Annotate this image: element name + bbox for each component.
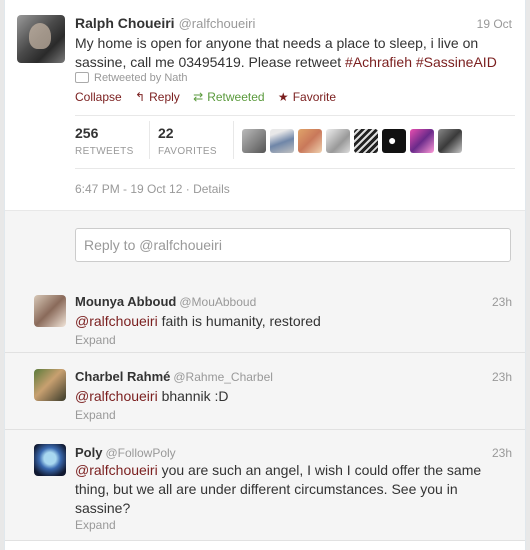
reply-text: @ralfchoueiri you are such an angel, I w…	[75, 461, 505, 518]
retweets-stat[interactable]: 256 RETWEETS	[75, 125, 134, 157]
tweet-text: My home is open for anyone that needs a …	[75, 34, 505, 72]
avatar[interactable]: ●	[382, 129, 406, 153]
reply-time[interactable]: 23h	[492, 295, 512, 309]
reply-button[interactable]: ↰ Reply	[135, 90, 180, 104]
mention-link[interactable]: @ralfchoueiri	[75, 313, 158, 329]
author-handle[interactable]: @ralfchoueiri	[179, 16, 256, 31]
retweeted-label: Retweeted	[207, 90, 265, 104]
star-icon: ★	[277, 90, 289, 104]
reply-label: Reply	[149, 90, 180, 104]
reply-text: @ralfchoueiri bhannik :D	[75, 387, 505, 406]
list-item[interactable]: Mounya Abboud @MouAbboud 23h @ralfchoueir…	[5, 279, 525, 353]
retweets-label: RETWEETS	[75, 146, 134, 157]
details-link[interactable]: Details	[193, 182, 230, 196]
favorites-count: 22	[158, 125, 174, 141]
expand-link[interactable]: Expand	[75, 518, 116, 532]
retweeted-button[interactable]: ⇄ Retweeted	[193, 90, 264, 104]
reply-author: Mounya Abboud @MouAbboud	[75, 294, 256, 309]
retweet-icon: ⇄	[193, 90, 204, 104]
mention-link[interactable]: @ralfchoueiri	[75, 388, 158, 404]
retweeted-by-label[interactable]: Retweeted by Nath	[94, 72, 188, 84]
reply-body: faith is humanity, restored	[157, 313, 321, 329]
expand-link[interactable]: Expand	[75, 408, 116, 422]
retweet-icon	[75, 71, 89, 83]
reply-text: @ralfchoueiri faith is humanity, restore…	[75, 312, 505, 331]
avatar[interactable]	[242, 129, 266, 153]
reply-author: Poly @FollowPoly	[75, 445, 176, 460]
mention-link[interactable]: @ralfchoueiri	[75, 462, 158, 478]
retweets-count: 256	[75, 125, 99, 141]
list-item[interactable]: Charbel Rahmé @Rahme_Charbel 23h @ralfcho…	[5, 353, 525, 430]
retweeted-by: Retweeted by Nath	[75, 71, 188, 84]
tweet-author: Ralph Choueiri @ralfchoueiri	[75, 15, 255, 31]
divider	[149, 121, 150, 159]
retweeter-avatars: ●	[242, 129, 462, 153]
author-name[interactable]: Ralph Choueiri	[75, 15, 175, 31]
reply-author-name[interactable]: Charbel Rahmé	[75, 369, 170, 384]
hashtag-link[interactable]: #Achrafieh	[345, 54, 412, 70]
tweet-timestamp: 6:47 PM - 19 Oct 12 · Details	[75, 182, 230, 196]
hashtag-link[interactable]: #SassineAID	[416, 54, 497, 70]
expand-link[interactable]: Expand	[75, 333, 116, 347]
reply-author-handle[interactable]: @MouAbboud	[179, 295, 256, 309]
tweet-thread-panel: Ralph Choueiri @ralfchoueiri 19 Oct My ho…	[4, 0, 526, 550]
reply-time[interactable]: 23h	[492, 446, 512, 460]
reply-body: bhannik :D	[157, 388, 229, 404]
avatar[interactable]	[270, 129, 294, 153]
favorites-stat[interactable]: 22 FAVORITES	[158, 125, 217, 157]
reply-author-name[interactable]: Poly	[75, 445, 102, 460]
avatar[interactable]	[34, 369, 66, 401]
timestamp-label[interactable]: 6:47 PM - 19 Oct 12	[75, 182, 182, 196]
avatar[interactable]	[354, 129, 378, 153]
reply-composer: Reply to @ralfchoueiri	[5, 210, 525, 280]
avatar[interactable]	[438, 129, 462, 153]
tweet-date[interactable]: 19 Oct	[477, 17, 512, 31]
divider	[75, 168, 515, 169]
collapse-button[interactable]: Collapse	[75, 90, 122, 104]
reply-author-name[interactable]: Mounya Abboud	[75, 294, 176, 309]
apple-icon: ●	[388, 132, 397, 148]
separator-dot: ·	[182, 182, 194, 196]
main-tweet: Ralph Choueiri @ralfchoueiri 19 Oct My ho…	[5, 0, 525, 210]
divider	[75, 115, 515, 116]
favorite-label: Favorite	[292, 90, 337, 104]
avatar[interactable]	[298, 129, 322, 153]
reply-author-handle[interactable]: @FollowPoly	[105, 446, 175, 460]
avatar[interactable]	[17, 15, 65, 63]
avatar[interactable]	[410, 129, 434, 153]
list-item[interactable]: Poly @FollowPoly 23h @ralfchoueiri you ar…	[5, 430, 525, 541]
reply-time[interactable]: 23h	[492, 370, 512, 384]
reply-author-handle[interactable]: @Rahme_Charbel	[173, 370, 273, 384]
reply-arrow-icon: ↰	[135, 90, 146, 104]
tweet-actions: Collapse ↰ Reply ⇄ Retweeted ★ Favorite	[75, 90, 346, 104]
reply-author: Charbel Rahmé @Rahme_Charbel	[75, 369, 273, 384]
favorite-button[interactable]: ★ Favorite	[278, 90, 336, 104]
reply-input[interactable]: Reply to @ralfchoueiri	[75, 228, 511, 262]
favorites-label: FAVORITES	[158, 146, 217, 157]
avatar[interactable]	[326, 129, 350, 153]
avatar[interactable]	[34, 295, 66, 327]
avatar[interactable]	[34, 444, 66, 476]
divider	[233, 121, 234, 159]
